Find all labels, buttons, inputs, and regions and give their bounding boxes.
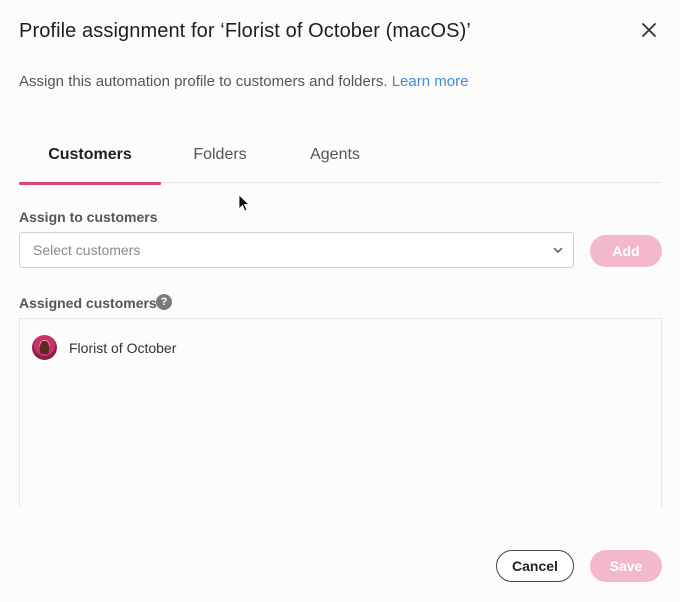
close-button[interactable]: [637, 18, 661, 42]
chevron-down-icon: [553, 247, 563, 253]
tab-agents[interactable]: Agents: [299, 128, 371, 182]
dialog-title: Profile assignment for ‘Florist of Octob…: [19, 20, 471, 42]
assigned-customers-list: Florist of October: [19, 318, 662, 508]
tab-customers[interactable]: Customers: [19, 128, 161, 185]
list-item: Florist of October: [32, 335, 176, 360]
mouse-cursor-icon: [238, 194, 250, 212]
tab-bar: Customers Folders Agents: [19, 128, 662, 185]
help-icon-glyph: ?: [160, 296, 168, 308]
customer-avatar-icon: [32, 335, 57, 360]
cancel-button[interactable]: Cancel: [496, 550, 574, 582]
assigned-customers-label: Assigned customers: [19, 295, 157, 311]
assign-to-customers-label: Assign to customers: [19, 209, 158, 225]
select-placeholder: Select customers: [33, 242, 141, 258]
save-button[interactable]: Save: [590, 550, 662, 582]
add-button[interactable]: Add: [590, 235, 662, 267]
tab-folders[interactable]: Folders: [178, 128, 262, 182]
select-customers-dropdown[interactable]: Select customers: [19, 232, 574, 268]
learn-more-link[interactable]: Learn more: [392, 73, 469, 90]
profile-assignment-dialog: Profile assignment for ‘Florist of Octob…: [0, 0, 680, 602]
close-icon: [642, 23, 656, 37]
dialog-description: Assign this automation profile to custom…: [19, 73, 468, 90]
description-text: Assign this automation profile to custom…: [19, 73, 388, 90]
help-icon[interactable]: ?: [156, 294, 172, 310]
customer-name: Florist of October: [69, 339, 177, 356]
